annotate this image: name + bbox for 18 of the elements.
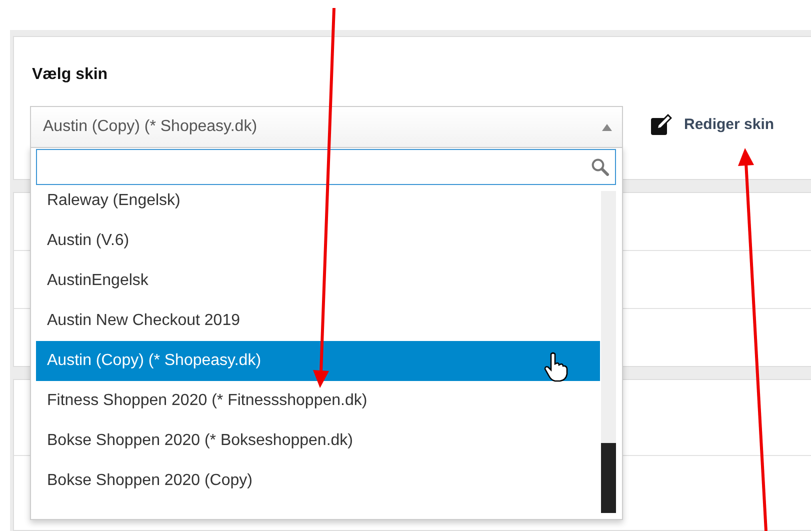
dropdown-option[interactable]: Bokse Shoppen 2020 (Copy) [36,461,600,501]
dropdown-option[interactable]: Raleway (Engelsk) [36,185,600,221]
edit-icon [650,114,672,136]
scrollbar[interactable] [601,191,616,513]
dropdown-option[interactable]: AustinEngelsk [36,261,600,301]
edit-skin-link[interactable]: Rediger skin [650,114,774,136]
caret-icon [602,124,612,130]
dropdown-option[interactable]: Austin (Copy) (* Shopeasy.dk) [36,341,600,381]
scrollbar-thumb[interactable] [601,443,616,513]
section-title: Vælg skin [32,65,109,85]
dropdown-option[interactable]: Austin New Checkout 2019 [36,301,600,341]
search-field[interactable] [36,149,616,185]
hand-cursor-icon [543,352,569,382]
dropdown-option[interactable]: Fitness Shoppen 2020 (* Fitnessshoppen.dk) [36,381,600,421]
dropdown-option[interactable]: Bokse Shoppen 2020 (* Bokseshoppen.dk) [36,421,600,461]
dropdown-option[interactable]: Austin (V.6) [36,221,600,261]
search-icon [591,158,609,176]
skin-select[interactable]: Austin (Copy) (* Shopeasy.dk) [30,106,623,148]
